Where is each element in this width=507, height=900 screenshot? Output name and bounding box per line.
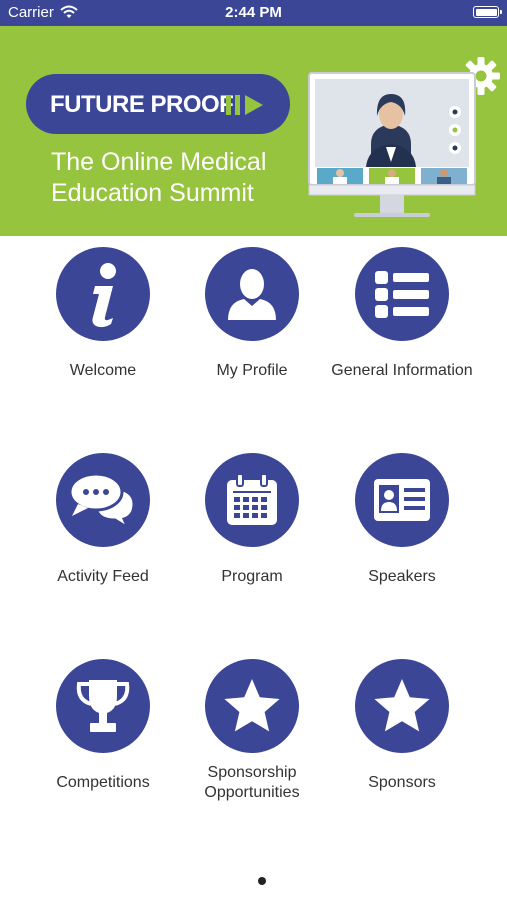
speakers-tile-button[interactable] <box>355 453 449 547</box>
tile-my-profile[interactable]: My Profile <box>177 247 327 381</box>
tile-program[interactable]: Program <box>177 453 327 587</box>
tile-label-program: Program <box>221 568 283 585</box>
list-icon <box>375 271 429 318</box>
tagline-line-2: Education Summit <box>51 179 254 207</box>
tile-label-competitions: Competitions <box>56 774 150 791</box>
calendar-icon <box>227 473 277 525</box>
tile-label-general-information: General Information <box>331 362 473 379</box>
brand-name: FUTURE PROOF <box>50 91 234 118</box>
video-conference-illustration <box>308 72 476 217</box>
my-profile-tile-button[interactable] <box>205 247 299 341</box>
tile-welcome[interactable]: Welcome <box>28 247 178 381</box>
sponsorship-opportunities-tile-button[interactable] <box>205 659 299 753</box>
play-pause-icon <box>226 95 263 115</box>
event-banner: FUTURE PROOF The Online Medical Educatio… <box>0 26 507 236</box>
tile-sponsorship-opportunities[interactable]: Sponsorship Opportunities <box>177 659 327 803</box>
tile-label-my-profile: My Profile <box>216 362 288 379</box>
sponsors-tile-button[interactable] <box>355 659 449 753</box>
tile-competitions[interactable]: Competitions <box>28 659 178 793</box>
tile-label-speakers: Speakers <box>368 568 436 585</box>
battery-icon <box>473 6 502 18</box>
chat-bubbles-icon <box>68 472 136 530</box>
star-icon <box>374 679 430 732</box>
id-card-icon <box>374 479 430 521</box>
star-icon <box>224 679 280 732</box>
tile-label-welcome: Welcome <box>69 362 137 379</box>
tile-general-information[interactable]: General Information <box>327 247 477 381</box>
tile-activity-feed[interactable]: Activity Feed <box>28 453 178 587</box>
tile-label-sponsors: Sponsors <box>368 774 436 791</box>
trophy-icon <box>76 680 130 732</box>
tile-label-activity-feed: Activity Feed <box>57 568 149 585</box>
competitions-tile-button[interactable] <box>56 659 150 753</box>
page-indicator <box>258 877 266 885</box>
status-bar: Carrier 2:44 PM <box>0 0 507 26</box>
tile-speakers[interactable]: Speakers <box>327 453 477 587</box>
tile-sponsors[interactable]: Sponsors <box>327 659 477 793</box>
tile-label-sponsorship-opportunities: Sponsorship Opportunities <box>204 764 300 801</box>
info-icon <box>92 263 116 328</box>
person-icon <box>228 269 276 320</box>
future-proof-logo: FUTURE PROOF <box>26 74 290 134</box>
tagline-line-1: The Online Medical <box>51 148 267 176</box>
activity-feed-tile-button[interactable] <box>56 453 150 547</box>
event-tagline: The Online Medical Education Summit <box>51 147 311 209</box>
program-tile-button[interactable] <box>205 453 299 547</box>
welcome-tile-button[interactable] <box>56 247 150 341</box>
general-information-tile-button[interactable] <box>355 247 449 341</box>
clock: 2:44 PM <box>225 4 282 21</box>
